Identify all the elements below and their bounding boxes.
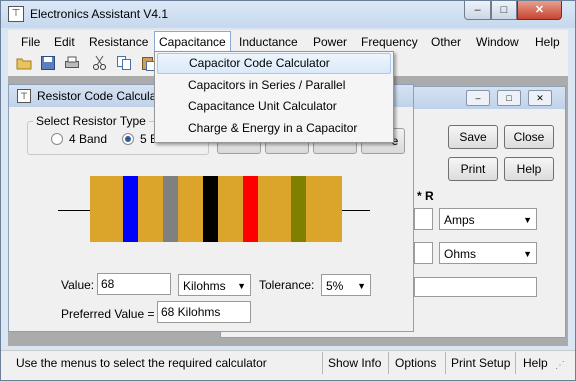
window-title: Electronics Assistant V4.1 xyxy=(30,7,169,21)
menu-item-charge-energy[interactable]: Charge & Energy in a Capacitor xyxy=(157,118,391,139)
menu-power[interactable]: Power xyxy=(313,33,347,51)
print-icon[interactable] xyxy=(63,55,81,73)
value-label: Value: xyxy=(61,278,95,292)
chevron-down-icon: ▼ xyxy=(523,249,532,259)
print-setup-button[interactable]: Print Setup xyxy=(451,353,510,373)
menu-item-unit-calculator[interactable]: Capacitance Unit Calculator xyxy=(157,96,391,117)
status-divider xyxy=(515,352,516,374)
menu-other[interactable]: Other xyxy=(431,33,461,51)
tolerance-label: Tolerance: xyxy=(259,278,315,292)
help-button[interactable]: Help xyxy=(504,157,554,181)
preferred-value-label: Preferred Value = xyxy=(61,307,155,321)
resize-grip-icon[interactable]: ⋰ xyxy=(555,360,569,374)
close-button[interactable]: ✕ xyxy=(517,1,562,20)
resistor-window-icon[interactable]: ⊤ xyxy=(17,89,31,103)
print-button[interactable]: Print xyxy=(448,157,498,181)
current-unit-select[interactable]: Amps ▼ xyxy=(439,208,537,230)
tolerance-value: 5% xyxy=(326,279,344,293)
band-type-label: Select Resistor Type xyxy=(33,114,149,128)
menu-item-series-parallel[interactable]: Capacitors in Series / Parallel xyxy=(157,75,391,96)
result-field[interactable] xyxy=(414,277,537,297)
chevron-down-icon: ▼ xyxy=(237,281,246,291)
tolerance-select[interactable]: 5% ▼ xyxy=(321,274,371,296)
unit-select[interactable]: Kilohms ▼ xyxy=(178,274,251,296)
status-help-button[interactable]: Help xyxy=(523,353,548,373)
minimize-button[interactable]: – xyxy=(464,1,491,20)
save-icon[interactable] xyxy=(39,55,57,73)
status-divider xyxy=(445,352,446,374)
close-window-button[interactable]: Close xyxy=(504,125,554,149)
menu-frequency[interactable]: Frequency xyxy=(361,33,418,51)
show-info-button[interactable]: Show Info xyxy=(328,353,381,373)
band-1 xyxy=(123,176,138,242)
band-2 xyxy=(163,176,178,242)
menu-edit[interactable]: Edit xyxy=(54,33,75,51)
resistance-field[interactable] xyxy=(414,242,433,264)
save-button[interactable]: Save xyxy=(448,125,498,149)
current-field[interactable] xyxy=(414,208,433,230)
ohms-maximize-button[interactable]: □ xyxy=(497,90,521,106)
ohms-close-button[interactable]: ✕ xyxy=(528,90,552,106)
menu-inductance[interactable]: Inductance xyxy=(239,33,298,51)
menu-file[interactable]: File xyxy=(21,33,40,51)
menu-capacitance[interactable]: Capacitance xyxy=(154,31,231,52)
radio-4-band-label: 4 Band xyxy=(69,132,108,146)
status-divider xyxy=(388,352,389,374)
preferred-value-field: 68 Kilohms xyxy=(157,301,251,323)
status-message: Use the menus to select the required cal… xyxy=(16,356,267,370)
menu-help[interactable]: Help xyxy=(535,33,560,51)
cut-icon[interactable] xyxy=(91,55,109,73)
open-icon[interactable] xyxy=(15,55,33,73)
radio-5-band[interactable] xyxy=(122,133,134,145)
radio-4-band[interactable] xyxy=(51,133,63,145)
value-input[interactable]: 68 xyxy=(97,273,171,295)
options-button[interactable]: Options xyxy=(395,353,436,373)
chevron-down-icon: ▼ xyxy=(523,215,532,225)
app-icon[interactable]: ⊤ xyxy=(8,6,24,22)
unit-value: Kilohms xyxy=(183,279,226,293)
menu-resistance[interactable]: Resistance xyxy=(89,33,148,51)
band-5 xyxy=(291,176,306,242)
band-3 xyxy=(203,176,218,242)
resistor-window-title: Resistor Code Calcula xyxy=(37,89,157,103)
menu-item-capacitor-code[interactable]: Capacitor Code Calculator xyxy=(157,53,391,74)
copy-icon[interactable] xyxy=(115,55,133,73)
band-4 xyxy=(243,176,258,242)
menu-window[interactable]: Window xyxy=(476,33,519,51)
ohms-minimize-button[interactable]: – xyxy=(466,90,490,106)
status-divider xyxy=(322,352,323,374)
maximize-button[interactable]: □ xyxy=(491,1,517,20)
chevron-down-icon: ▼ xyxy=(357,281,366,291)
resistance-unit-select[interactable]: Ohms ▼ xyxy=(439,242,537,264)
resistance-unit-value: Ohms xyxy=(444,247,477,261)
current-unit-value: Amps xyxy=(444,213,475,227)
